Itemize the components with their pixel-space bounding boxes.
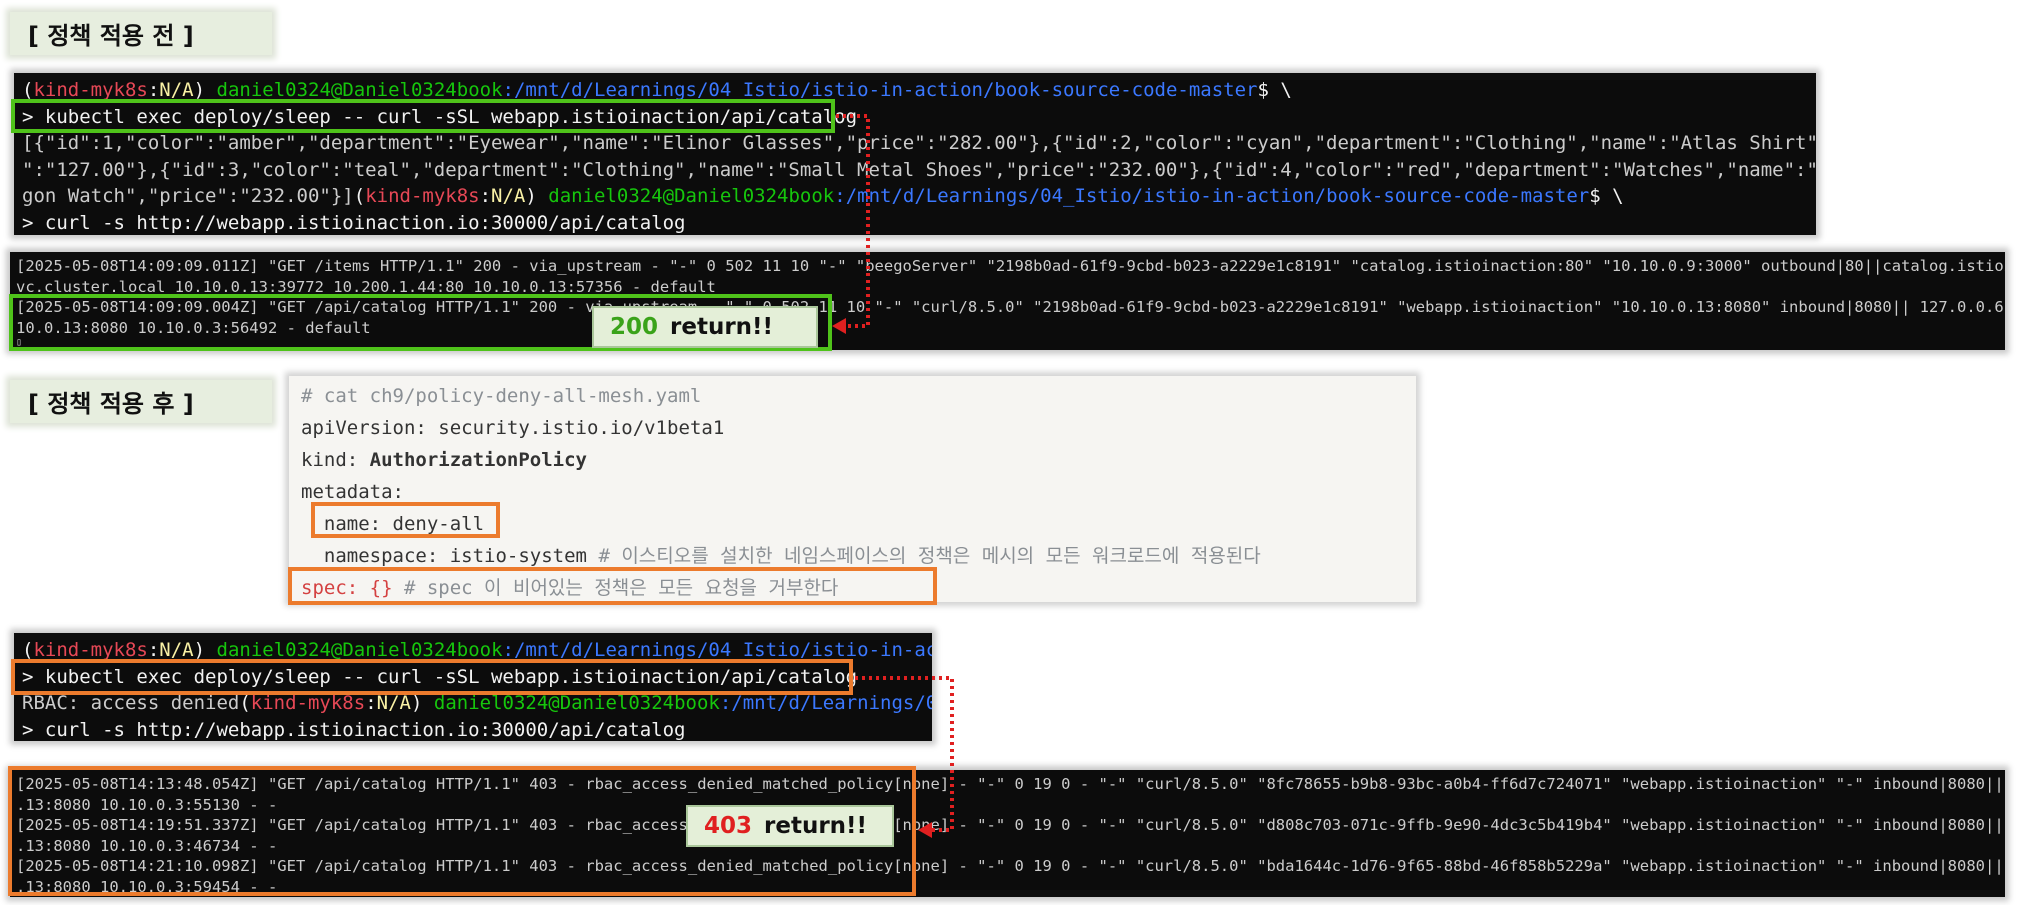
arrow-after — [855, 676, 954, 832]
arrowhead-after-icon — [918, 822, 932, 838]
arrow-before — [836, 114, 870, 328]
connector-arrows — [832, 114, 954, 838]
arrowhead-before-icon — [832, 318, 846, 334]
